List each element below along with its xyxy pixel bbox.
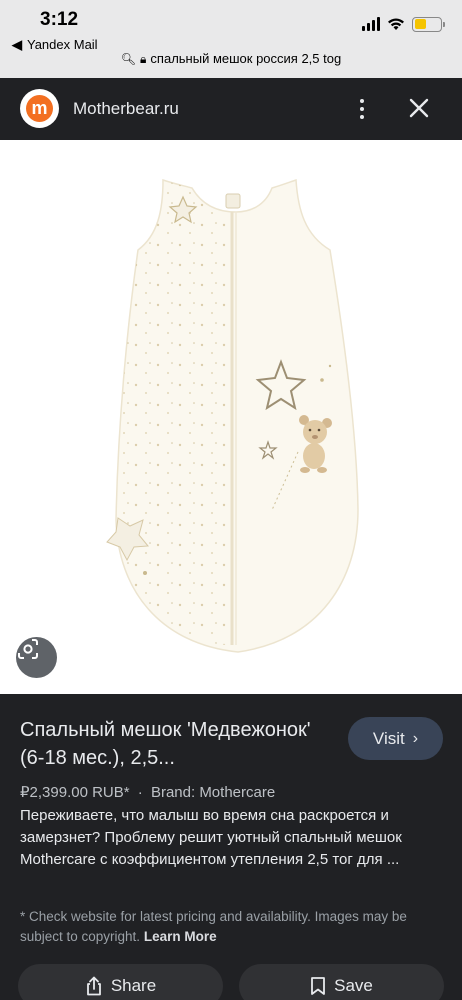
product-info-panel: Спальный мешок 'Медвежонок' (6-18 мес.),… [0,694,462,1000]
share-icon [86,976,101,996]
search-icon: 🔍︎ [120,52,137,66]
status-icons [362,14,445,34]
action-buttons: Share Save [18,964,444,1000]
more-vert-icon[interactable] [347,94,377,124]
save-label: Save [334,976,373,995]
close-icon[interactable] [404,93,434,123]
back-app-label: Yandex Mail [27,37,98,52]
site-logo: m [20,89,59,128]
product-meta: ₽2,399.00 RUB* · Brand: Mothercare [20,783,275,801]
url-text: спальный мешок россия 2,5 tog [150,51,342,66]
chevron-right-icon: › [412,729,419,747]
product-image[interactable] [0,140,462,694]
disclaimer: * Check website for latest pricing and a… [20,907,445,947]
sleeping-bag-illustration [106,178,359,653]
wifi-icon [388,18,404,30]
lock-icon: 🔒︎ [140,52,147,66]
meta-separator: · [137,784,143,801]
product-description: Переживаете, что малыш во время сна раск… [20,807,402,868]
site-name: Motherbear.ru [73,99,179,118]
product-price: ₽2,399.00 RUB* [20,784,130,801]
share-button[interactable]: Share [18,964,223,1000]
share-label: Share [110,976,157,995]
bookmark-icon [311,977,326,995]
site-header: m Motherbear.ru [0,78,462,140]
visit-button[interactable]: Visit › [348,717,443,760]
product-title[interactable]: Спальный мешок 'Медвежонок' (6-18 мес.),… [20,716,340,772]
status-bar: 3:12 ◀ Yandex Mail 🔍︎ 🔒︎ спальный мешок рос… [0,0,462,78]
cellular-signal-icon [362,17,380,31]
learn-more-link[interactable]: Learn More [144,929,217,944]
product-brand: Brand: Mothercare [150,784,276,801]
save-button[interactable]: Save [239,964,444,1000]
visit-label: Visit [372,728,405,748]
battery-icon [412,16,445,32]
site-logo-letter: m [26,95,53,122]
status-time: 3:12 [40,9,79,30]
lens-search-icon[interactable] [16,637,57,678]
url-bar[interactable]: 🔍︎ 🔒︎ спальный мешок россия 2,5 tog [0,51,462,67]
